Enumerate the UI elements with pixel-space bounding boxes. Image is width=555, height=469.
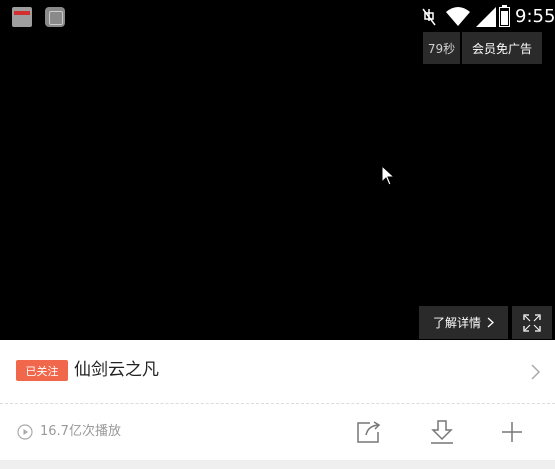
chevron-right-icon[interactable] bbox=[527, 362, 543, 382]
show-title-row[interactable]: 已关注 仙剑云之凡 bbox=[0, 340, 555, 403]
vip-no-ads-button[interactable]: 会员免广告 bbox=[462, 32, 542, 64]
chevron-right-icon bbox=[487, 317, 494, 328]
wifi-icon bbox=[446, 7, 470, 26]
play-count-icon bbox=[17, 424, 33, 440]
share-icon[interactable] bbox=[356, 420, 382, 444]
learn-more-button[interactable]: 了解详情 bbox=[419, 306, 508, 339]
follow-badge: 已关注 bbox=[16, 360, 68, 381]
meta-row: 16.7亿次播放 bbox=[0, 404, 555, 460]
learn-more-label: 了解详情 bbox=[432, 316, 481, 330]
clock: 9:55 bbox=[515, 6, 555, 27]
video-info-panel: 已关注 仙剑云之凡 16.7亿次播放 bbox=[0, 340, 555, 469]
battery-icon bbox=[499, 5, 510, 27]
download-icon[interactable] bbox=[428, 418, 456, 446]
fullscreen-icon bbox=[523, 313, 541, 332]
app-icon bbox=[45, 7, 65, 27]
ad-countdown: 79秒 bbox=[423, 32, 460, 64]
show-title: 仙剑云之凡 bbox=[74, 360, 159, 380]
app-icon bbox=[12, 7, 32, 27]
status-bar: 9:55 bbox=[0, 0, 555, 34]
signal-icon bbox=[476, 7, 496, 27]
mouse-cursor-icon bbox=[381, 165, 396, 186]
bottom-strip bbox=[0, 460, 555, 469]
fullscreen-button[interactable] bbox=[512, 306, 552, 339]
add-icon[interactable] bbox=[500, 420, 524, 444]
play-count: 16.7亿次播放 bbox=[40, 424, 121, 439]
mute-icon bbox=[422, 8, 436, 26]
